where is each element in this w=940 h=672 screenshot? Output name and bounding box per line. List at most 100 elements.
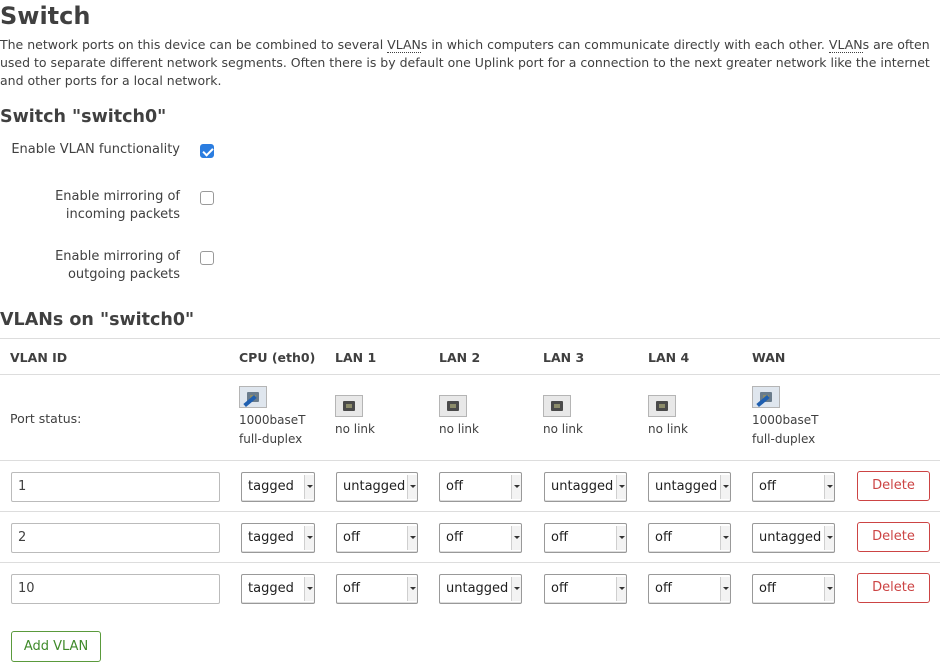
column-header-wan: WAN [752, 350, 786, 365]
chevron-down-icon [720, 475, 730, 499]
port-mode-select-cpu[interactable]: tagged [241, 574, 315, 604]
row-divider [0, 511, 940, 512]
port-mode-select-cpu[interactable]: tagged [241, 472, 315, 502]
chevron-down-icon [720, 526, 730, 550]
select-value: off [655, 530, 672, 545]
column-header-lan1: LAN 1 [335, 350, 377, 365]
select-value: off [446, 530, 463, 545]
column-header-vlan-id: VLAN ID [10, 350, 68, 365]
select-value: off [655, 581, 672, 596]
port-mode-select-lan2[interactable]: untagged [439, 574, 522, 604]
select-value: tagged [248, 581, 294, 596]
page-title: Switch [0, 2, 91, 30]
chevron-down-icon [304, 526, 314, 550]
ethernet-port-disconnected-icon [439, 395, 467, 417]
vlans-heading: VLANs on "switch0" [0, 310, 195, 330]
page-description: The network ports on this device can be … [0, 36, 938, 90]
port-speed: 1000baseT [239, 413, 306, 427]
port-mode-select-lan4[interactable]: off [648, 523, 731, 553]
ethernet-port-disconnected-icon [648, 395, 676, 417]
select-value: off [343, 530, 360, 545]
ethernet-port-connected-icon [752, 386, 780, 408]
select-value: off [343, 581, 360, 596]
vlan-functionality-checkbox[interactable] [200, 144, 214, 158]
chevron-down-icon [511, 475, 521, 499]
chevron-down-icon [407, 526, 417, 550]
chevron-down-icon [304, 475, 314, 499]
port-mode-select-lan1[interactable]: off [336, 523, 418, 553]
select-value: untagged [655, 479, 718, 494]
ethernet-port-disconnected-icon [335, 395, 363, 417]
chevron-down-icon [511, 526, 521, 550]
row-divider [0, 460, 940, 461]
select-value: untagged [343, 479, 406, 494]
port-mode-select-lan2[interactable]: off [439, 472, 522, 502]
column-header-cpu: CPU (eth0) [239, 350, 316, 365]
vlan-table-header: VLAN ID CPU (eth0) LAN 1 LAN 2 LAN 3 LAN… [0, 338, 940, 375]
port-status-lan4: no link [648, 395, 688, 439]
port-link-status: no link [335, 422, 375, 436]
column-header-lan2: LAN 2 [439, 350, 481, 365]
mirror-outgoing-checkbox[interactable] [200, 251, 214, 265]
port-mode-select-cpu[interactable]: tagged [241, 523, 315, 553]
port-mode-select-wan[interactable]: off [752, 472, 835, 502]
chevron-down-icon [511, 577, 521, 601]
column-header-lan3: LAN 3 [543, 350, 585, 365]
description-text: s in which computers can communicate dir… [420, 37, 829, 52]
port-duplex: full-duplex [752, 432, 816, 446]
mirror-incoming-checkbox[interactable] [200, 191, 214, 205]
delete-vlan-button[interactable]: Delete [857, 573, 930, 603]
select-value: untagged [759, 530, 822, 545]
port-status-lan1: no link [335, 395, 375, 439]
port-status-wan: 1000baseT full-duplex [752, 386, 818, 449]
port-mode-select-lan3[interactable]: off [544, 523, 627, 553]
vlan-id-input[interactable]: 2 [11, 523, 220, 553]
select-value: off [551, 581, 568, 596]
select-value: off [551, 530, 568, 545]
port-duplex: full-duplex [239, 432, 303, 446]
chevron-down-icon [616, 475, 626, 499]
vlan-id-input[interactable]: 1 [11, 472, 220, 502]
chevron-down-icon [824, 526, 834, 550]
port-mode-select-lan1[interactable]: off [336, 574, 418, 604]
delete-vlan-button[interactable]: Delete [857, 522, 930, 552]
switch-heading: Switch "switch0" [0, 107, 167, 127]
port-link-status: no link [543, 422, 583, 436]
chevron-down-icon [407, 577, 417, 601]
select-value: untagged [551, 479, 614, 494]
select-value: tagged [248, 479, 294, 494]
port-mode-select-lan4[interactable]: untagged [648, 472, 731, 502]
port-link-status: no link [648, 422, 688, 436]
column-header-lan4: LAN 4 [648, 350, 690, 365]
port-mode-select-lan3[interactable]: untagged [544, 472, 627, 502]
port-link-status: no link [439, 422, 479, 436]
add-vlan-button[interactable]: Add VLAN [11, 631, 101, 662]
vlan-id-input[interactable]: 10 [11, 574, 220, 604]
port-mode-select-lan1[interactable]: untagged [336, 472, 418, 502]
chevron-down-icon [304, 577, 314, 601]
port-mode-select-lan3[interactable]: off [544, 574, 627, 604]
port-mode-select-wan[interactable]: untagged [752, 523, 835, 553]
select-value: untagged [446, 581, 509, 596]
select-value: off [759, 479, 776, 494]
port-status-lan2: no link [439, 395, 479, 439]
select-value: tagged [248, 530, 294, 545]
port-status-lan3: no link [543, 395, 583, 439]
port-mode-select-wan[interactable]: off [752, 574, 835, 604]
chevron-down-icon [407, 475, 417, 499]
delete-vlan-button[interactable]: Delete [857, 471, 930, 501]
chevron-down-icon [824, 475, 834, 499]
ethernet-port-connected-icon [239, 386, 267, 408]
select-value: off [759, 581, 776, 596]
description-text: The network ports on this device can be … [0, 37, 388, 52]
vlan-abbreviation: VLAN [387, 37, 421, 53]
port-speed: 1000baseT [752, 413, 819, 427]
port-mode-select-lan4[interactable]: off [648, 574, 731, 604]
chevron-down-icon [720, 577, 730, 601]
select-value: off [446, 479, 463, 494]
port-mode-select-lan2[interactable]: off [439, 523, 522, 553]
ethernet-port-disconnected-icon [543, 395, 571, 417]
row-divider [0, 562, 940, 563]
chevron-down-icon [616, 577, 626, 601]
port-status-label: Port status: [10, 411, 82, 426]
